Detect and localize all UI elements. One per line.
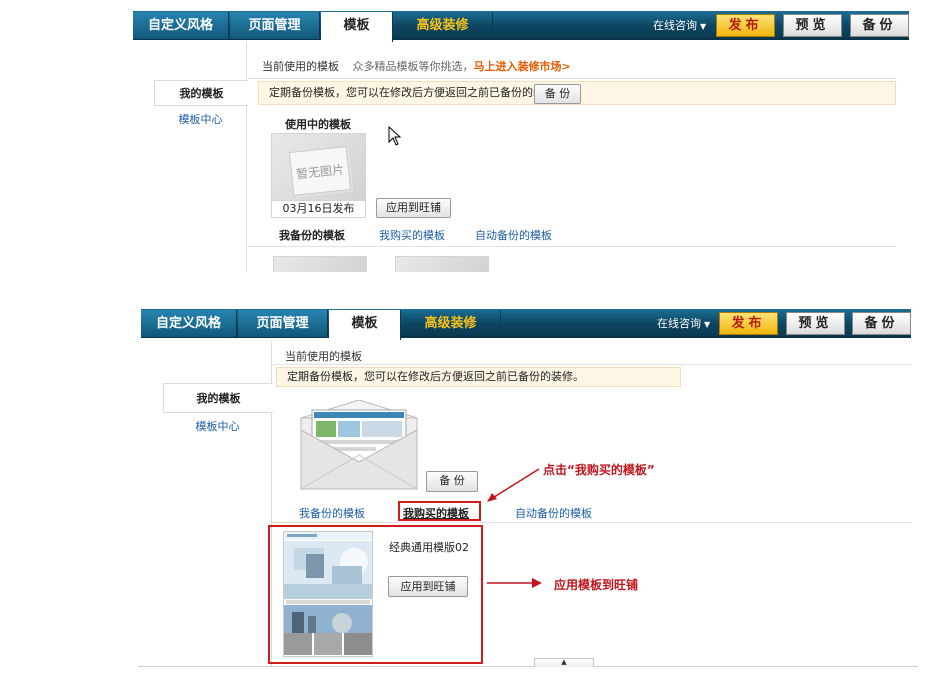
backup-notice-text: 定期备份模板，您可以在修改后方便返回之前已备份的装修。 — [287, 370, 584, 383]
online-consult-label: 在线咨询 — [657, 317, 701, 330]
divider — [272, 364, 912, 365]
no-image-placeholder: 暂无图片 — [288, 146, 352, 196]
backup-notice: 定期备份模板，您可以在修改后方便返回之前已备份的装修。 — [276, 367, 681, 387]
highlight-template-item — [268, 525, 483, 664]
tab-advanced-decoration[interactable]: 高级装修 — [393, 12, 493, 39]
apply-to-shop-button[interactable]: 应用到旺铺 — [376, 198, 451, 218]
tab-custom-style[interactable]: 自定义风格 — [141, 310, 237, 337]
highlight-purchased-tab — [398, 501, 481, 521]
tab-advanced-decoration[interactable]: 高级装修 — [401, 310, 501, 337]
arrow-to-template-item — [487, 577, 543, 592]
top-nav-bar: 自定义风格 页面管理 模板 高级装修 在线咨询 ▼ 发布 预览 备份 — [133, 11, 909, 42]
tab-page-management[interactable]: 页面管理 — [230, 12, 320, 39]
online-consult-label: 在线咨询 — [653, 19, 697, 32]
top-sidebar — [154, 42, 247, 272]
tab-my-backups[interactable]: 我备份的模板 — [299, 505, 365, 521]
arrow-to-purchased-tab — [485, 465, 545, 508]
tab-my-purchased[interactable]: 我购买的模板 — [379, 227, 445, 243]
online-consult[interactable]: 在线咨询 ▼ — [653, 11, 706, 40]
notice-backup-button[interactable]: 备 份 — [534, 84, 581, 104]
publish-button[interactable]: 发布 — [719, 312, 778, 335]
callout-apply-template: 应用模板到旺铺 — [554, 578, 639, 592]
divider — [248, 78, 896, 79]
sidebar-item-my-templates[interactable]: 我的模板 — [154, 80, 248, 106]
preview-button[interactable]: 预览 — [786, 312, 845, 335]
divider — [248, 246, 896, 247]
divider — [272, 522, 912, 523]
market-link[interactable]: 马上进入装修市场> — [474, 60, 571, 73]
backup-button[interactable]: 备份 — [850, 14, 909, 37]
backup-notice-text: 定期备份模板，您可以在修改后方便返回之前已备份的装修。 — [269, 86, 566, 99]
tab-templates[interactable]: 模板 — [321, 12, 393, 42]
market-prompt: 众多精品模板等你挑选， — [352, 60, 474, 73]
current-template-label: 当前使用的模板 — [262, 60, 339, 73]
backup-thumbnail[interactable] — [395, 256, 489, 272]
current-template-thumbnail[interactable] — [300, 399, 418, 490]
backup-thumbnail[interactable] — [273, 256, 367, 272]
caret-down-icon: ▼ — [704, 320, 711, 329]
publish-date: 03月16日发布 — [271, 200, 366, 218]
arrow-up-icon: ▲ — [561, 658, 567, 666]
backup-template-button[interactable]: 备 份 — [426, 471, 478, 492]
sidebar-item-my-templates[interactable]: 我的模板 — [163, 383, 273, 413]
sidebar-item-template-center[interactable]: 模板中心 — [154, 107, 247, 133]
current-template-row: 当前使用的模板 众多精品模板等你挑选，马上进入装修市场> — [262, 58, 571, 74]
tab-my-backups[interactable]: 我备份的模板 — [279, 227, 345, 243]
backup-button[interactable]: 备份 — [852, 312, 911, 335]
scroll-up-button[interactable]: ▲ — [534, 658, 594, 667]
bottom-nav-bar: 自定义风格 页面管理 模板 高级装修 在线咨询 ▼ 发布 预览 备份 — [141, 309, 911, 340]
mouse-cursor-icon — [388, 125, 402, 149]
callout-click-purchased: 点击“我购买的模板” — [543, 463, 655, 477]
in-use-heading: 使用中的模板 — [285, 118, 351, 131]
publish-button[interactable]: 发布 — [716, 14, 775, 37]
preview-button[interactable]: 预览 — [783, 14, 842, 37]
tab-auto-backups[interactable]: 自动备份的模板 — [475, 227, 552, 243]
current-template-label: 当前使用的模板 — [285, 350, 362, 363]
tab-templates[interactable]: 模板 — [329, 310, 401, 340]
current-template-thumbnail[interactable]: 暂无图片 — [271, 133, 366, 201]
tab-custom-style[interactable]: 自定义风格 — [133, 12, 229, 39]
tab-page-management[interactable]: 页面管理 — [238, 310, 328, 337]
divider — [138, 666, 918, 667]
caret-down-icon: ▼ — [700, 22, 707, 31]
sidebar-item-template-center[interactable]: 模板中心 — [163, 414, 272, 440]
online-consult[interactable]: 在线咨询 ▼ — [657, 309, 710, 338]
